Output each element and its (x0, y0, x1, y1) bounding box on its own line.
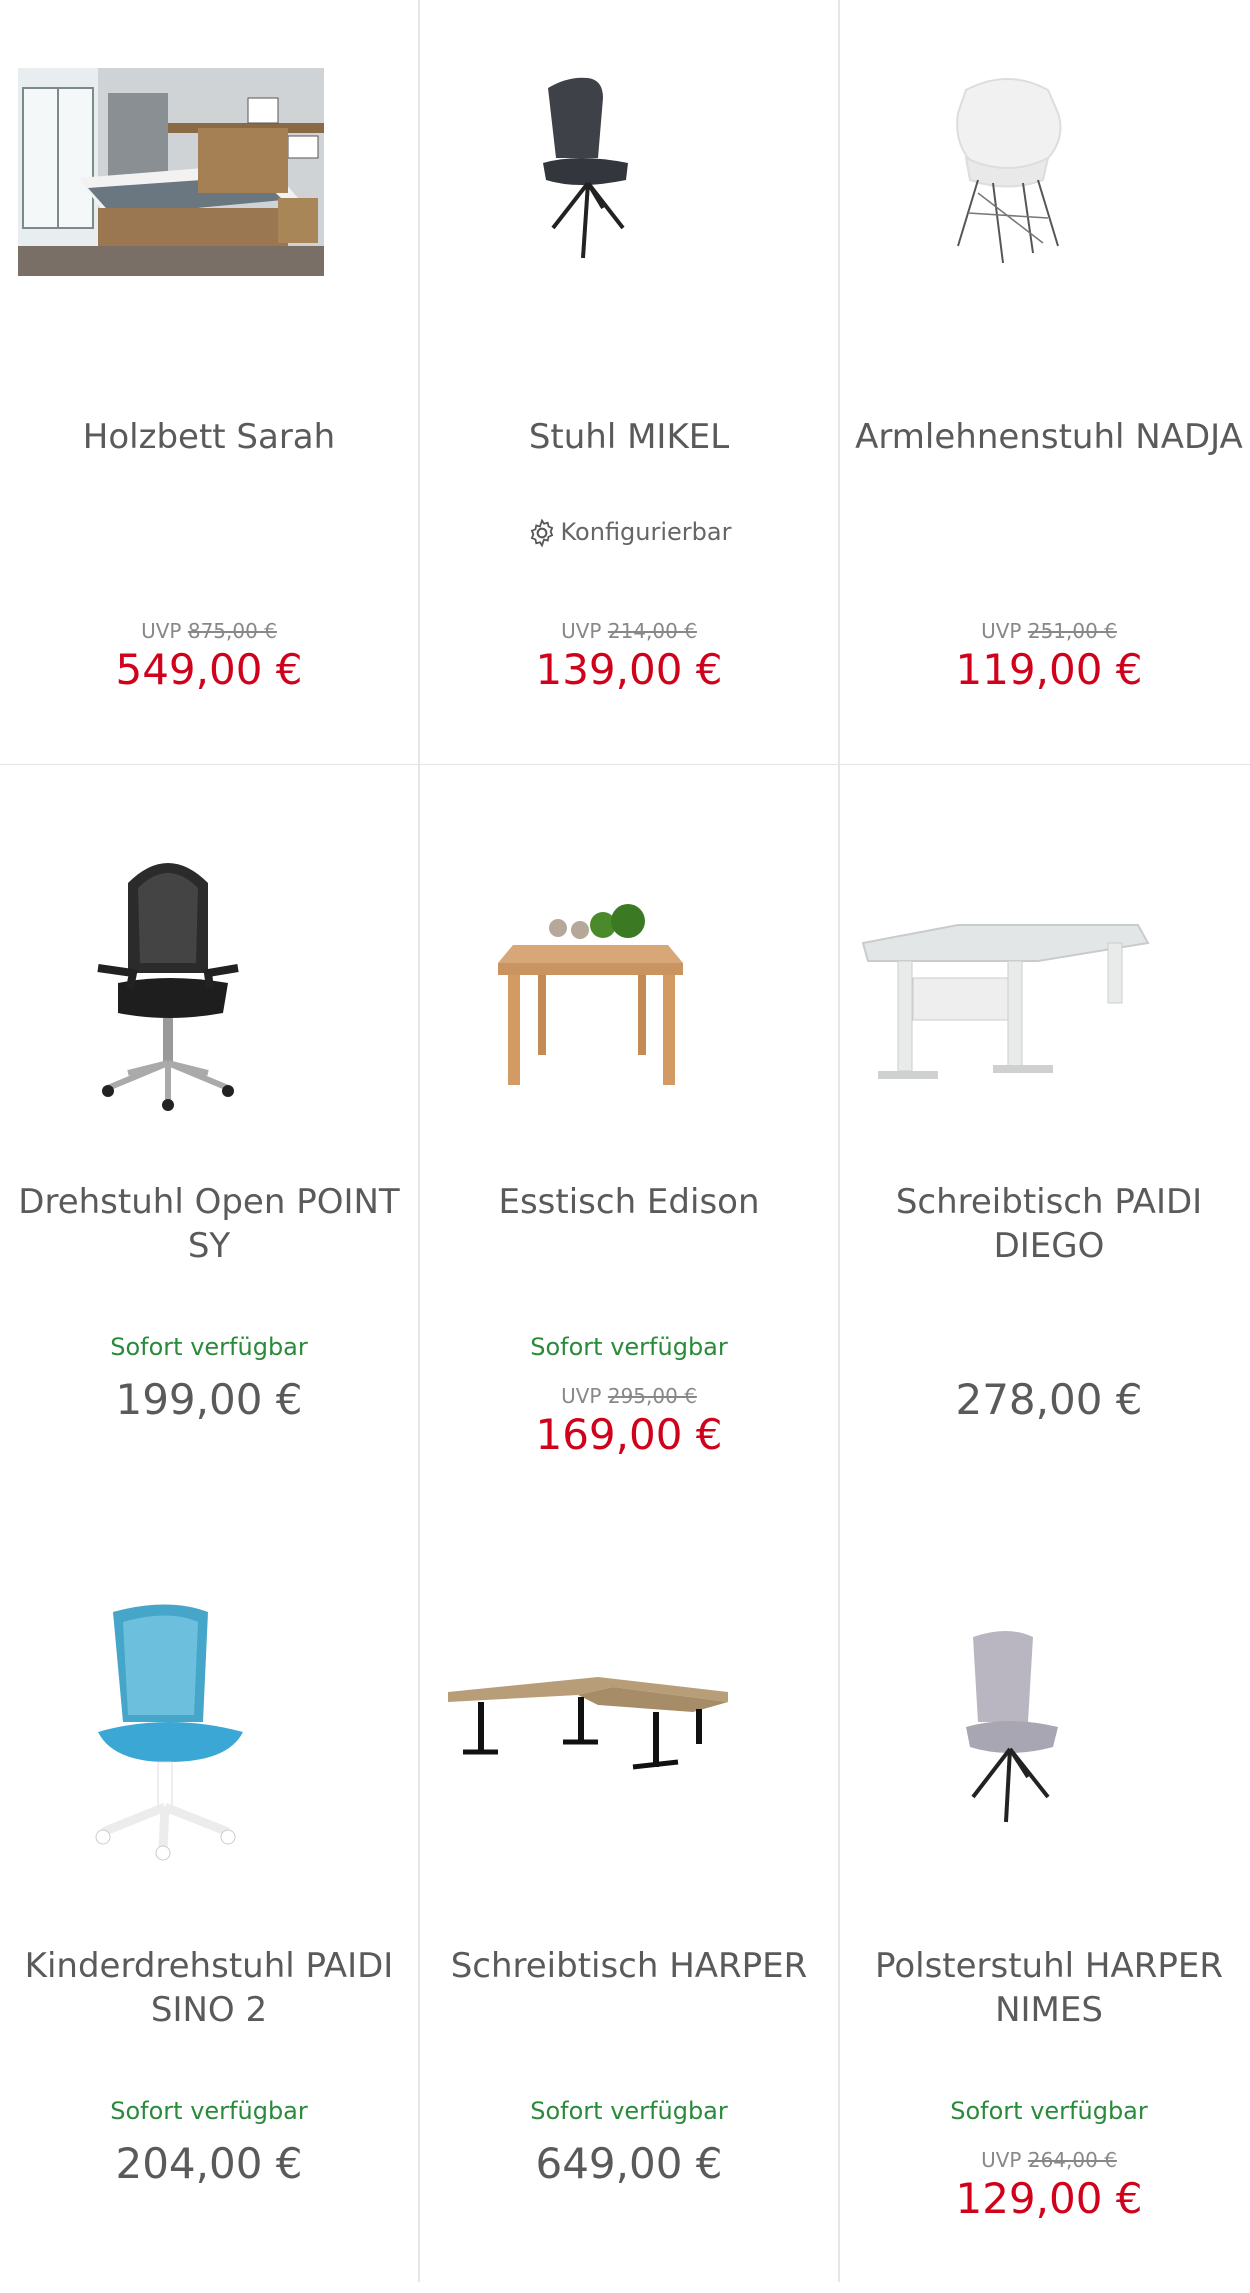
old-price: 251,00 € (1027, 619, 1117, 643)
product-image[interactable] (438, 68, 744, 276)
product-card[interactable]: Schreibtisch PAIDI DIEGO 278,00 € (840, 765, 1250, 1529)
product-image[interactable] (18, 68, 324, 276)
old-price: 214,00 € (607, 619, 697, 643)
product-title[interactable]: Stuhl MIKEL (420, 415, 838, 459)
uvp-label: UVP (561, 619, 602, 643)
badge-label: Konfigurierbar (560, 518, 732, 546)
product-card[interactable]: Armlehnenstuhl NADJA UVP 251,00 € 119,00… (840, 0, 1250, 764)
uvp-price: UVP 264,00 € (840, 2148, 1250, 2172)
product-price: 204,00 € (115, 2139, 303, 2188)
product-price: 169,00 € (535, 1410, 723, 1459)
product-card[interactable]: Schreibtisch HARPER Sofort verfügbar 649… (420, 1529, 838, 2293)
product-image[interactable] (438, 1597, 744, 1905)
gear-icon (530, 518, 553, 548)
uvp-label: UVP (141, 619, 182, 643)
product-title[interactable]: Drehstuhl Open POINT SY (0, 1180, 418, 1268)
product-title[interactable]: Kinderdrehstuhl PAIDI SINO 2 (0, 1944, 418, 2032)
uvp-price: UVP 295,00 € (420, 1384, 838, 1408)
product-price: 199,00 € (115, 1375, 303, 1424)
product-price: 278,00 € (955, 1375, 1143, 1424)
uvp-price: UVP 875,00 € (0, 619, 418, 643)
product-price: 119,00 € (955, 645, 1143, 694)
availability-status: Sofort verfügbar (110, 1333, 308, 1361)
product-image[interactable] (858, 833, 1164, 1141)
uvp-label: UVP (981, 619, 1022, 643)
product-image[interactable] (858, 68, 1164, 276)
product-title[interactable]: Esstisch Edison (420, 1180, 838, 1224)
old-price: 295,00 € (607, 1384, 697, 1408)
product-price: 129,00 € (955, 2174, 1143, 2223)
availability-status: Sofort verfügbar (530, 2097, 728, 2125)
product-card[interactable]: Holzbett Sarah UVP 875,00 € 549,00 € (0, 0, 418, 764)
old-price: 875,00 € (187, 619, 277, 643)
product-price: 549,00 € (115, 645, 303, 694)
product-title[interactable]: Armlehnenstuhl NADJA (840, 415, 1250, 459)
product-image[interactable] (438, 833, 744, 1141)
configurable-badge: Konfigurierbar (420, 518, 838, 548)
availability-status: Sofort verfügbar (950, 2097, 1148, 2125)
product-card[interactable]: Drehstuhl Open POINT SY Sofort verfügbar… (0, 765, 418, 1529)
uvp-price: UVP 251,00 € (840, 619, 1250, 643)
product-card[interactable]: Polsterstuhl HARPER NIMES Sofort verfügb… (840, 1529, 1250, 2293)
product-price: 139,00 € (535, 645, 723, 694)
uvp-label: UVP (561, 1384, 602, 1408)
product-card[interactable]: Esstisch Edison Sofort verfügbar UVP 295… (420, 765, 838, 1529)
product-grid: Holzbett Sarah UVP 875,00 € 549,00 € Stu… (0, 0, 1250, 2293)
product-price: 649,00 € (535, 2139, 723, 2188)
availability-status: Sofort verfügbar (530, 1333, 728, 1361)
uvp-label: UVP (981, 2148, 1022, 2172)
availability-status: Sofort verfügbar (110, 2097, 308, 2125)
product-image[interactable] (18, 1597, 324, 1905)
old-price: 264,00 € (1027, 2148, 1117, 2172)
product-card[interactable]: Kinderdrehstuhl PAIDI SINO 2 Sofort verf… (0, 1529, 418, 2293)
product-image[interactable] (858, 1597, 1164, 1905)
uvp-price: UVP 214,00 € (420, 619, 838, 643)
product-card[interactable]: Stuhl MIKEL Konfigurierbar UVP 214,00 € … (420, 0, 838, 764)
product-image[interactable] (18, 833, 324, 1141)
product-title[interactable]: Polsterstuhl HARPER NIMES (840, 1944, 1250, 2032)
product-title[interactable]: Holzbett Sarah (0, 415, 418, 459)
product-title[interactable]: Schreibtisch HARPER (420, 1944, 838, 1988)
product-title[interactable]: Schreibtisch PAIDI DIEGO (840, 1180, 1250, 1268)
